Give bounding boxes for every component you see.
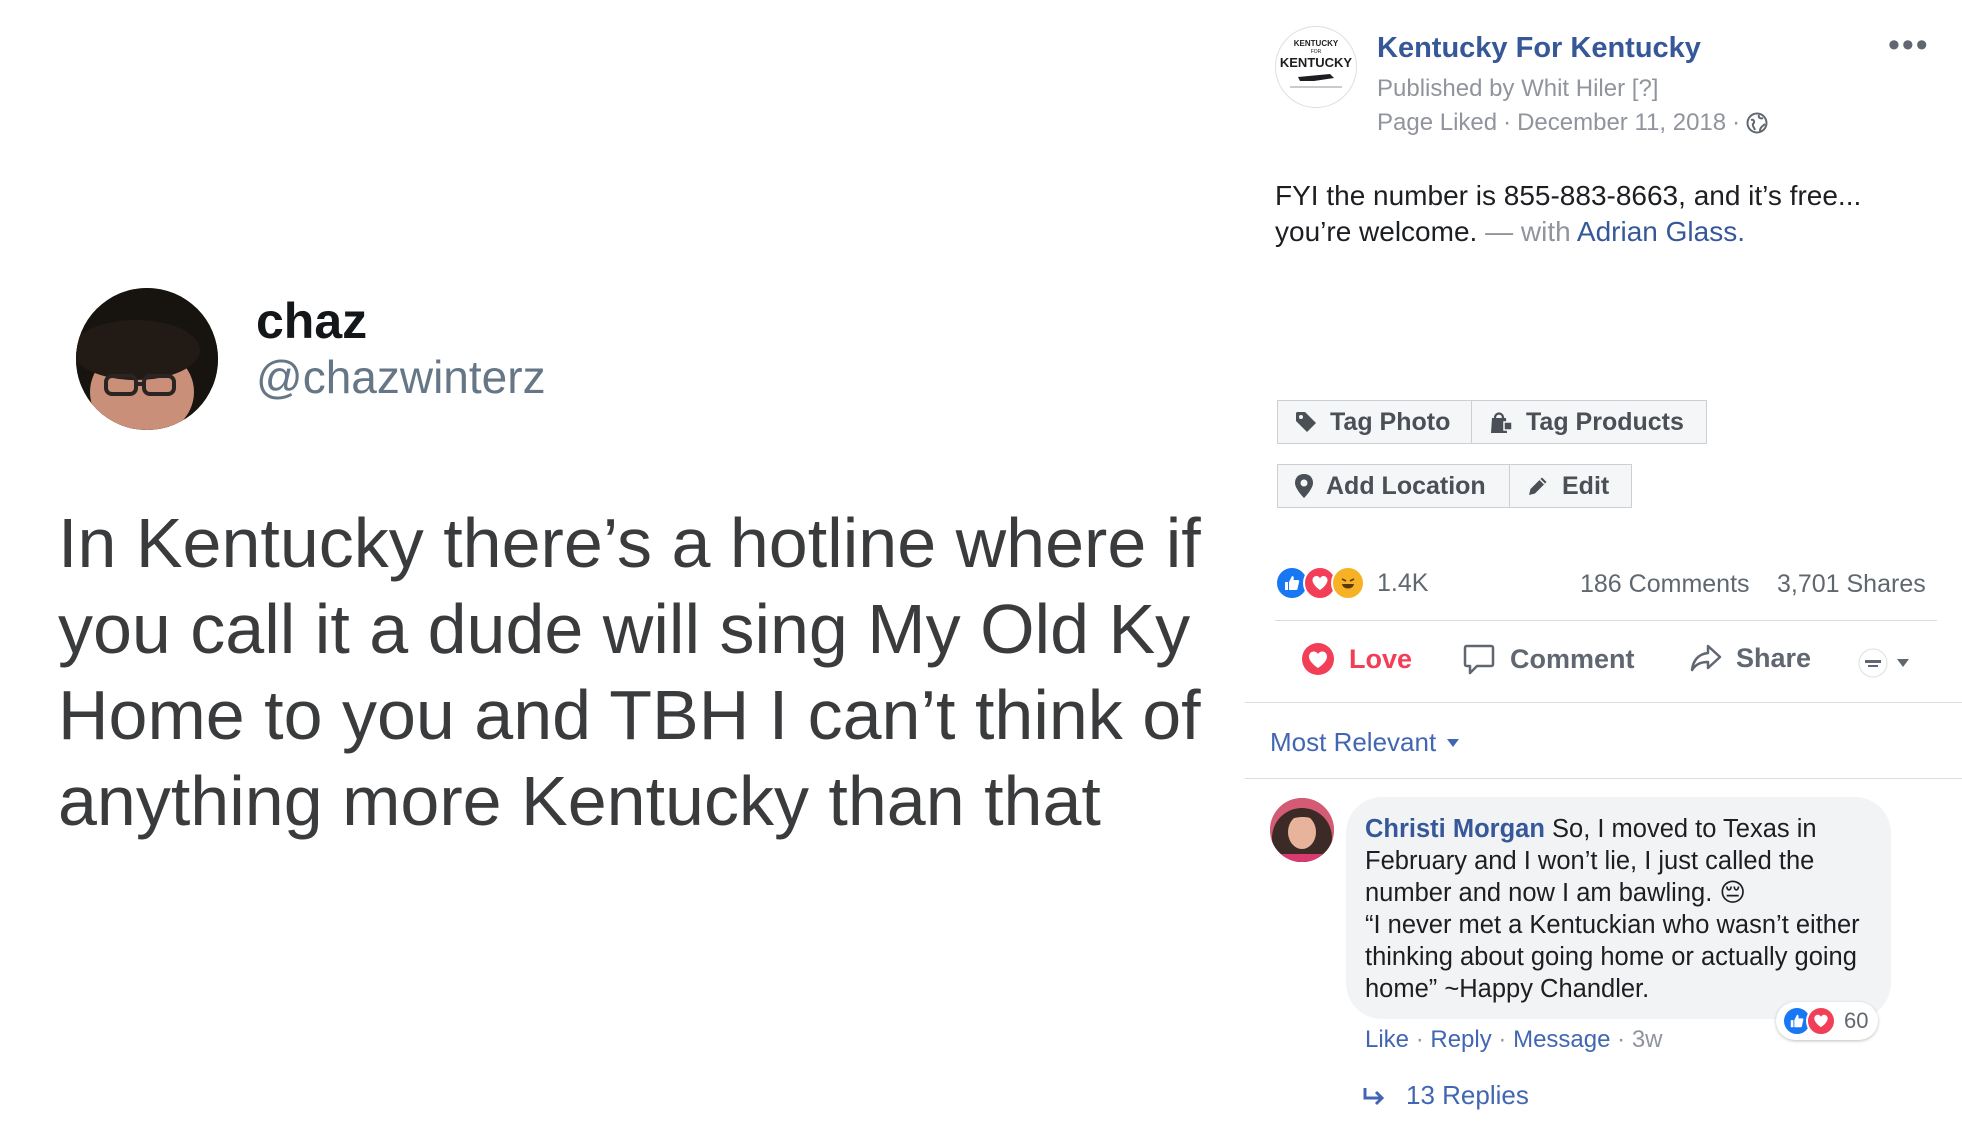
comment-label: Comment — [1510, 643, 1635, 674]
comment-message-link[interactable]: Message — [1513, 1026, 1610, 1053]
globe-icon[interactable] — [1746, 112, 1768, 134]
love-button[interactable]: Love — [1301, 642, 1412, 676]
page-name-link[interactable]: Kentucky For Kentucky — [1377, 32, 1701, 65]
more-options-icon[interactable]: ••• — [1888, 28, 1930, 62]
view-replies-link[interactable]: 13 Replies — [1362, 1080, 1529, 1111]
separator: · — [1498, 1026, 1507, 1053]
comment-reaction-count: 60 — [1844, 1008, 1869, 1033]
tweet-text: In Kentucky there’s a hotline where if y… — [58, 504, 1201, 840]
meta-separator: · — [1732, 109, 1741, 136]
tag-products-label: Tag Products — [1526, 407, 1684, 436]
add-location-label: Add Location — [1326, 471, 1486, 500]
comment-actions: Like · Reply · Message · 3w — [1365, 1026, 1663, 1054]
comment-reactions[interactable]: 60 — [1776, 1002, 1879, 1040]
tag-products-button[interactable]: Tag Products — [1471, 400, 1707, 444]
add-location-button[interactable]: Add Location — [1277, 464, 1510, 508]
edit-button[interactable]: Edit — [1509, 464, 1632, 508]
divider — [1275, 620, 1937, 621]
divider — [1245, 778, 1962, 779]
comment-like-link[interactable]: Like — [1365, 1026, 1409, 1053]
reply-arrow-icon — [1363, 1087, 1385, 1105]
caret-down-icon — [1447, 738, 1460, 747]
share-button[interactable]: Share — [1690, 642, 1811, 674]
love-reaction-icon — [1806, 1006, 1836, 1036]
love-label: Love — [1349, 643, 1413, 674]
comment-time[interactable]: 3w — [1632, 1026, 1663, 1053]
comment-filter-label: Most Relevant — [1270, 727, 1437, 757]
tweet-avatar — [76, 288, 218, 430]
published-by-text[interactable]: Published by Whit Hiler — [1377, 75, 1625, 102]
caret-down-icon — [1897, 659, 1909, 667]
help-link[interactable]: [?] — [1632, 75, 1659, 102]
tag-icon — [1296, 412, 1316, 432]
tweet-author-handle: @chazwinterz — [256, 351, 546, 403]
separator: · — [1617, 1026, 1626, 1053]
meta-separator: · — [1503, 109, 1512, 136]
post-text: FYI the number is 855-883-8663, and it’s… — [1275, 178, 1915, 250]
comment-author-link[interactable]: Christi Morgan — [1365, 815, 1545, 843]
share-label: Share — [1736, 642, 1812, 673]
post-as-selector[interactable] — [1858, 648, 1910, 678]
tag-photo-label: Tag Photo — [1330, 407, 1451, 436]
page-mini-avatar-icon — [1858, 648, 1888, 678]
published-by: Published by Whit Hiler [?] — [1377, 75, 1658, 103]
pensive-emoji: 😔 — [1719, 879, 1746, 907]
comment-text-part-2: “I never met a Kentuckian who wasn’t eit… — [1365, 911, 1860, 1003]
share-arrow-icon — [1690, 644, 1722, 672]
replies-count-label: 13 Replies — [1406, 1080, 1529, 1110]
post-meta: Page Liked · December 11, 2018 · — [1377, 109, 1768, 137]
comment-filter-dropdown[interactable]: Most Relevant — [1270, 727, 1460, 758]
tag-photo-button[interactable]: Tag Photo — [1277, 400, 1472, 444]
tweet-author-name: chaz — [256, 293, 368, 349]
pencil-icon — [1529, 477, 1547, 495]
tagged-person-link[interactable]: Adrian Glass. — [1577, 216, 1745, 247]
reactions-summary[interactable]: 1.4K — [1275, 566, 1428, 600]
comments-count-link[interactable]: 186 Comments — [1580, 570, 1750, 599]
comment-body: Christi Morgan So, I moved to Texas in F… — [1365, 813, 1875, 1005]
post-date-link[interactable]: December 11, 2018 — [1517, 109, 1726, 137]
page-logo-line-3: KENTUCKY — [1280, 55, 1353, 70]
comment-button[interactable]: Comment — [1462, 642, 1635, 676]
comment-reply-link[interactable]: Reply — [1430, 1026, 1491, 1053]
location-pin-icon — [1295, 474, 1313, 498]
divider — [1245, 702, 1962, 703]
separator: · — [1415, 1026, 1424, 1053]
kentucky-shape-icon — [1298, 74, 1334, 81]
page-logo-line-1: KENTUCKY — [1294, 39, 1339, 48]
love-icon — [1302, 643, 1334, 675]
commenter-avatar[interactable] — [1270, 798, 1334, 862]
reaction-count[interactable]: 1.4K — [1377, 569, 1428, 598]
with-label: — with — [1485, 216, 1571, 247]
haha-reaction-icon — [1331, 566, 1365, 600]
page-liked-label: Page Liked — [1377, 109, 1498, 136]
edit-label: Edit — [1562, 471, 1610, 500]
comment-icon — [1463, 644, 1495, 675]
shares-count-link[interactable]: 3,701 Shares — [1777, 570, 1926, 599]
shopping-bag-icon — [1491, 412, 1513, 433]
page-avatar[interactable]: KENTUCKY FOR KENTUCKY — [1275, 26, 1357, 108]
